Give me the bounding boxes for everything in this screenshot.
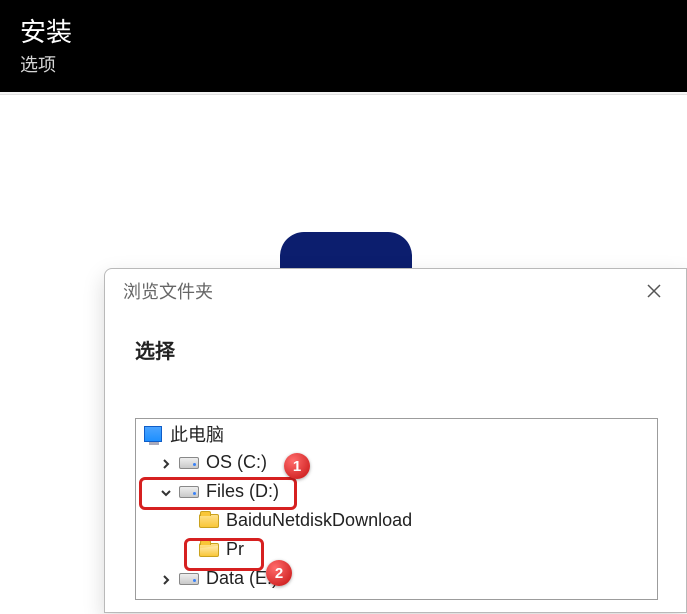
folder-tree[interactable]: 此电脑 OS (C:) Files (D:) [135,418,658,600]
installer-header: 安装 选项 [0,0,687,92]
dialog-content: 选择 此电脑 OS (C:) Files [105,313,686,600]
tree-node-this-pc[interactable]: 此电脑 [136,419,657,448]
tree-node-folder-baidu[interactable]: BaiduNetdiskDownload [136,506,657,535]
browse-folder-dialog: 浏览文件夹 选择 此电脑 OS (C:) [104,268,687,613]
tree-node-drive-c[interactable]: OS (C:) [136,448,657,477]
folder-open-icon [198,539,220,561]
tree-node-drive-e[interactable]: Data (E:) [136,564,657,593]
dialog-title: 浏览文件夹 [123,278,634,304]
drive-icon [178,568,200,590]
caret-right-icon[interactable] [160,454,178,472]
installer-subtitle: 选项 [20,51,667,77]
tree-label: 此电脑 [170,421,224,447]
tree-label: Pr [226,539,244,560]
monitor-icon [142,423,164,445]
folder-icon [198,510,220,532]
caret-right-icon[interactable] [160,570,178,588]
tree-node-drive-d[interactable]: Files (D:) [136,477,657,506]
caret-down-icon[interactable] [160,483,178,501]
drive-icon [178,452,200,474]
tree-node-folder-pr[interactable]: Pr [136,535,657,564]
drive-icon [178,481,200,503]
close-icon [647,284,661,298]
dialog-titlebar: 浏览文件夹 [105,269,686,313]
dialog-close-button[interactable] [634,275,674,307]
dialog-prompt: 选择 [135,335,658,364]
tree-label: Data (E:) [206,568,278,589]
installer-title: 安装 [20,12,667,49]
tree-label: OS (C:) [206,452,267,473]
tree-label: BaiduNetdiskDownload [226,510,412,531]
tree-label: Files (D:) [206,481,279,502]
